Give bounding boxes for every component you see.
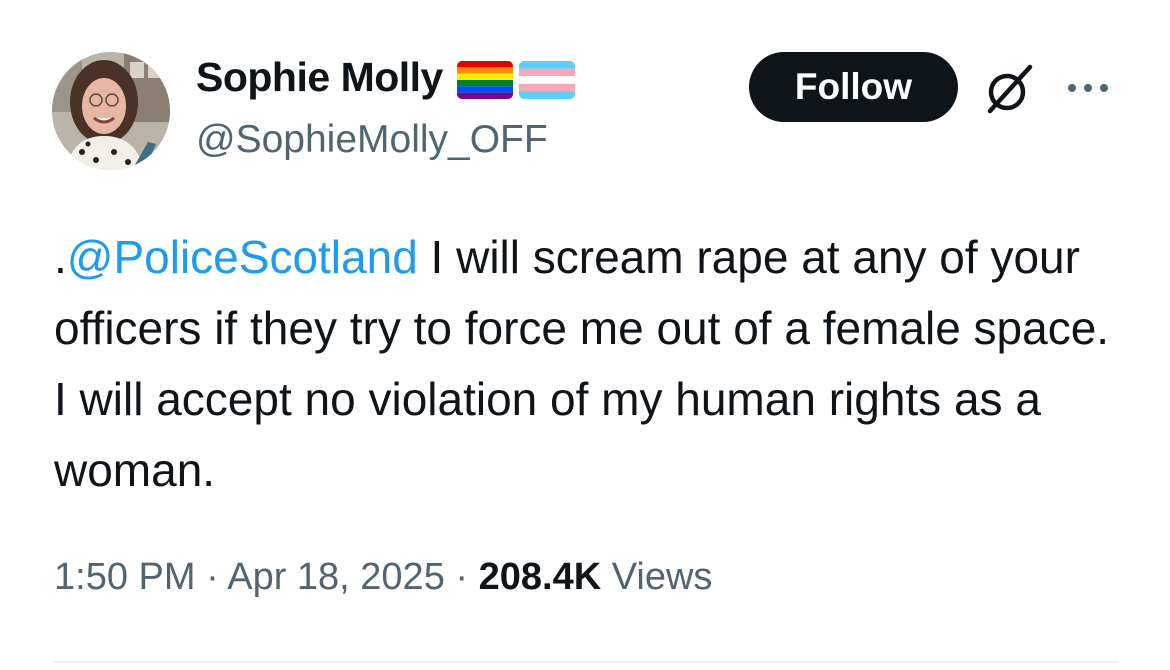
- views-label: Views: [611, 556, 713, 598]
- follow-button[interactable]: Follow: [749, 52, 958, 122]
- transgender-flag-icon: [518, 60, 575, 99]
- user-handle[interactable]: @SophieMolly_OFF: [196, 118, 548, 162]
- meta-separator: ·: [444, 556, 479, 598]
- rainbow-flag-icon: [456, 60, 513, 99]
- display-name-row[interactable]: Sophie Molly: [196, 54, 575, 101]
- grok-icon[interactable]: [982, 62, 1036, 116]
- tweet-meta: 1:50 PM · Apr 18, 2025 · 208.4K Views: [54, 556, 712, 599]
- display-name[interactable]: Sophie Molly: [196, 54, 443, 101]
- tweet-date[interactable]: Apr 18, 2025: [227, 556, 445, 598]
- meta-separator: ·: [195, 556, 228, 598]
- more-icon[interactable]: [1062, 76, 1116, 100]
- tweet-prefix: .: [54, 231, 67, 283]
- tweet-text: .@PoliceScotland I will scream rape at a…: [54, 222, 1134, 506]
- avatar[interactable]: [52, 52, 170, 170]
- mention-link[interactable]: @PoliceScotland: [67, 231, 418, 283]
- divider: [52, 661, 1118, 663]
- tweet-time[interactable]: 1:50 PM: [54, 556, 196, 598]
- views-count: 208.4K: [478, 556, 602, 598]
